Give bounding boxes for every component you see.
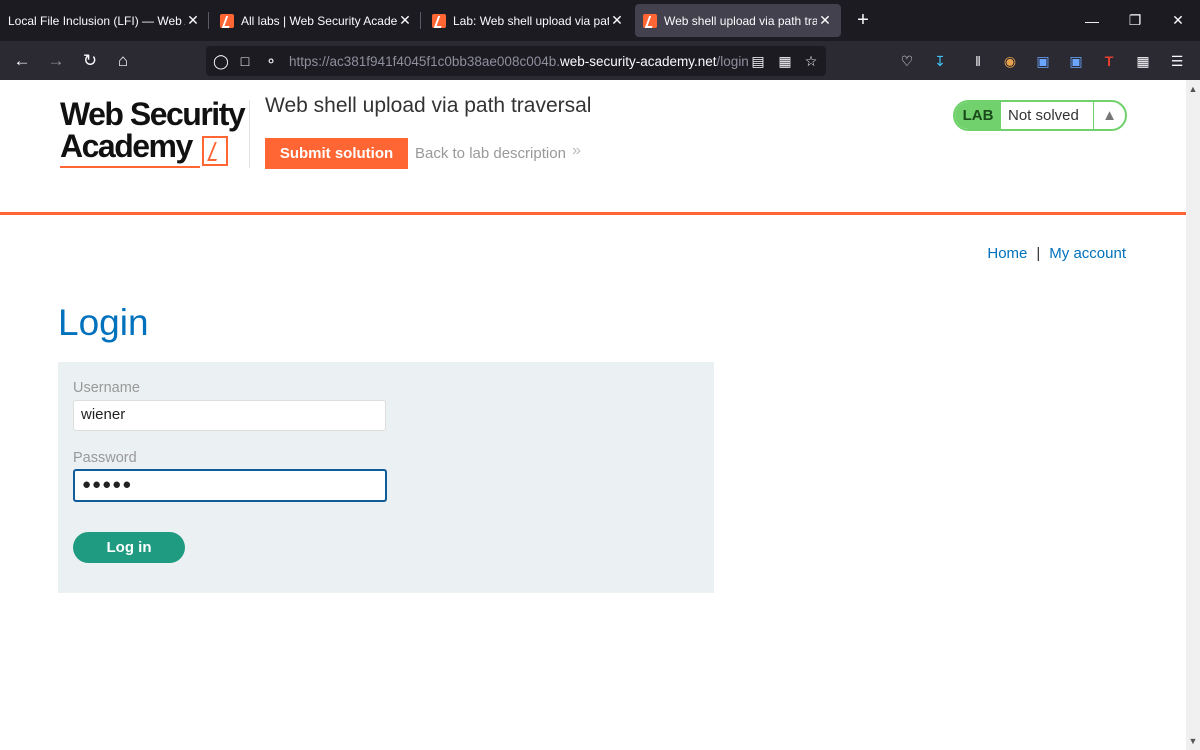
download-icon[interactable]: ↧ <box>930 51 950 71</box>
double-chevron-right-icon: » <box>572 142 581 159</box>
lock-icon[interactable]: □ <box>236 52 254 70</box>
nav-separator: | <box>1036 245 1041 262</box>
password-field[interactable]: ●●●●● <box>73 469 387 502</box>
home-icon[interactable]: ⌂ <box>110 48 136 74</box>
portswigger-favicon-icon <box>643 13 657 28</box>
menu-icon[interactable]: ☰ <box>1167 51 1187 71</box>
url-host: web-security-academy.net <box>559 54 717 69</box>
home-link[interactable]: Home <box>987 245 1027 262</box>
status-badge: LAB <box>955 102 1001 129</box>
username-value: wiener <box>81 406 126 423</box>
scroll-down-icon[interactable]: ▼ <box>1186 734 1200 748</box>
shield-icon[interactable]: ◯ <box>212 52 230 70</box>
tab-title: Lab: Web shell upload via path t <box>453 13 609 28</box>
url-text[interactable]: https://ac381f941f4045f1c0bb38ae008c004b… <box>289 54 749 69</box>
tab-title: Web shell upload via path travers <box>664 13 817 28</box>
password-label: Password <box>73 450 137 466</box>
page-title: Login <box>58 302 149 343</box>
tab-title: All labs | Web Security Academy <box>241 13 397 28</box>
lightning-bolt-icon <box>202 136 228 166</box>
pocket-icon[interactable]: ♡ <box>897 51 917 71</box>
portswigger-favicon-icon <box>220 13 234 28</box>
url-prefix: https://ac381f941f4045f1c0bb38ae008c004b… <box>289 54 560 69</box>
close-icon[interactable]: ✕ <box>609 12 625 29</box>
tab-lab-description[interactable]: Lab: Web shell upload via path t ✕ <box>432 0 625 41</box>
star-icon[interactable]: ☆ <box>802 52 820 70</box>
username-field[interactable]: wiener <box>73 400 386 431</box>
library-icon[interactable]: ‖ <box>968 51 988 71</box>
logo-underline <box>60 166 200 168</box>
password-value: ●●●●● <box>82 476 133 493</box>
grid-icon[interactable]: ▦ <box>776 52 794 70</box>
tab-all-labs[interactable]: All labs | Web Security Academy ✕ <box>220 0 413 41</box>
tab-separator <box>420 12 421 29</box>
extension-icon[interactable]: T <box>1099 51 1119 71</box>
portswigger-favicon-icon <box>432 13 446 28</box>
tab-lab-active[interactable]: Web shell upload via path travers ✕ <box>635 4 841 37</box>
header-divider <box>249 100 250 168</box>
web-page: Web Security Academy Web shell upload vi… <box>0 80 1186 750</box>
minimize-icon[interactable]: — <box>1069 0 1115 41</box>
url-path: /login <box>716 54 749 69</box>
flask-icon: ▲ <box>1093 102 1125 129</box>
login-form: Username wiener Password ●●●●● Log in <box>58 362 714 593</box>
back-icon[interactable]: ← <box>9 48 35 74</box>
close-icon[interactable]: ✕ <box>817 12 833 29</box>
extension-icon[interactable]: ▦ <box>1133 51 1153 71</box>
scroll-up-icon[interactable]: ▲ <box>1186 82 1200 96</box>
tab-separator <box>208 12 209 29</box>
key-icon[interactable]: ⚬ <box>262 52 280 70</box>
log-in-button[interactable]: Log in <box>73 532 185 563</box>
status-text: Not solved <box>1008 107 1079 124</box>
new-tab-button[interactable]: + <box>852 8 874 32</box>
translate-icon[interactable]: ▤ <box>749 52 767 70</box>
web-security-academy-logo[interactable]: Web Security Academy <box>60 98 250 170</box>
url-bar[interactable]: ◯ □ ⚬ https://ac381f941f4045f1c0bb38ae00… <box>206 46 826 76</box>
logo-line-1: Web Security <box>60 96 246 132</box>
back-to-lab-description-link[interactable]: Back to lab description <box>415 145 566 162</box>
extension-icon[interactable]: ▣ <box>1033 51 1053 71</box>
lab-status-widget: LAB Not solved ▲ <box>953 100 1127 131</box>
tab-lfi[interactable]: Local File Inclusion (LFI) — Web App ✕ <box>8 0 201 41</box>
tab-title: Local File Inclusion (LFI) — Web App <box>8 13 185 28</box>
browser-tab-bar: Local File Inclusion (LFI) — Web App ✕ A… <box>0 0 1200 41</box>
extension-icon[interactable]: ◉ <box>1000 51 1020 71</box>
vertical-scrollbar[interactable]: ▲ ▼ <box>1186 80 1200 750</box>
lab-title: Web shell upload via path traversal <box>265 94 592 117</box>
forward-icon[interactable]: → <box>43 48 69 74</box>
restore-icon[interactable]: ❐ <box>1112 0 1158 41</box>
close-icon[interactable]: ✕ <box>185 12 201 29</box>
submit-solution-button[interactable]: Submit solution <box>265 138 408 169</box>
header-rule <box>0 212 1186 215</box>
extension-icon[interactable]: ▣ <box>1066 51 1086 71</box>
my-account-link[interactable]: My account <box>1049 245 1126 262</box>
close-window-icon[interactable]: ✕ <box>1155 0 1200 41</box>
username-label: Username <box>73 380 140 396</box>
close-icon[interactable]: ✕ <box>397 12 413 29</box>
top-nav-links: Home | My account <box>987 245 1126 262</box>
browser-nav-bar: ← → ↻ ⌂ ◯ □ ⚬ https://ac381f941f4045f1c0… <box>0 41 1200 80</box>
reload-icon[interactable]: ↻ <box>77 48 103 74</box>
